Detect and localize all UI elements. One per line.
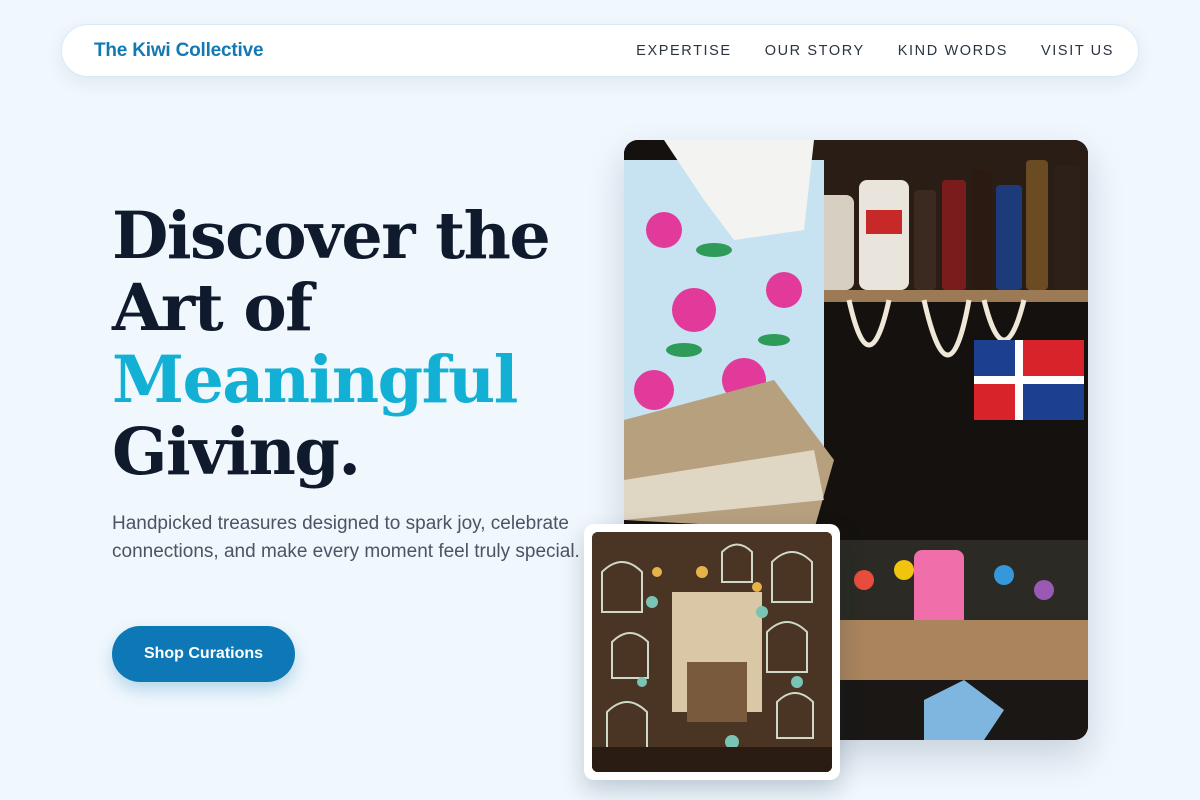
headline-accent: Meaningful [112, 342, 519, 418]
nav-link-visit-us[interactable]: VISIT US [1041, 43, 1114, 59]
brand-logo[interactable]: The Kiwi Collective [94, 40, 264, 62]
hero-subtext: Handpicked treasures designed to spark j… [112, 513, 580, 562]
headline-line-2: Art of [112, 270, 313, 346]
headline-line-1: Discover the [112, 198, 551, 274]
headline-line-4: Giving. [112, 414, 361, 490]
nav-link-our-story[interactable]: OUR STORY [765, 43, 865, 59]
shop-curations-button[interactable]: Shop Curations [112, 626, 295, 682]
lantern-shop-photo [592, 532, 832, 772]
landing-page: The Kiwi Collective EXPERTISE OUR STORY … [0, 0, 1200, 800]
nav-link-kind-words[interactable]: KIND WORDS [898, 43, 1008, 59]
lantern-shop-thumbnail [584, 524, 840, 780]
nav-link-expertise[interactable]: EXPERTISE [636, 43, 732, 59]
nav-links: EXPERTISE OUR STORY KIND WORDS VISIT US [636, 43, 1114, 59]
hero-headline: Discover the Art of Meaningful Giving. [112, 200, 592, 488]
top-nav: The Kiwi Collective EXPERTISE OUR STORY … [61, 24, 1139, 77]
